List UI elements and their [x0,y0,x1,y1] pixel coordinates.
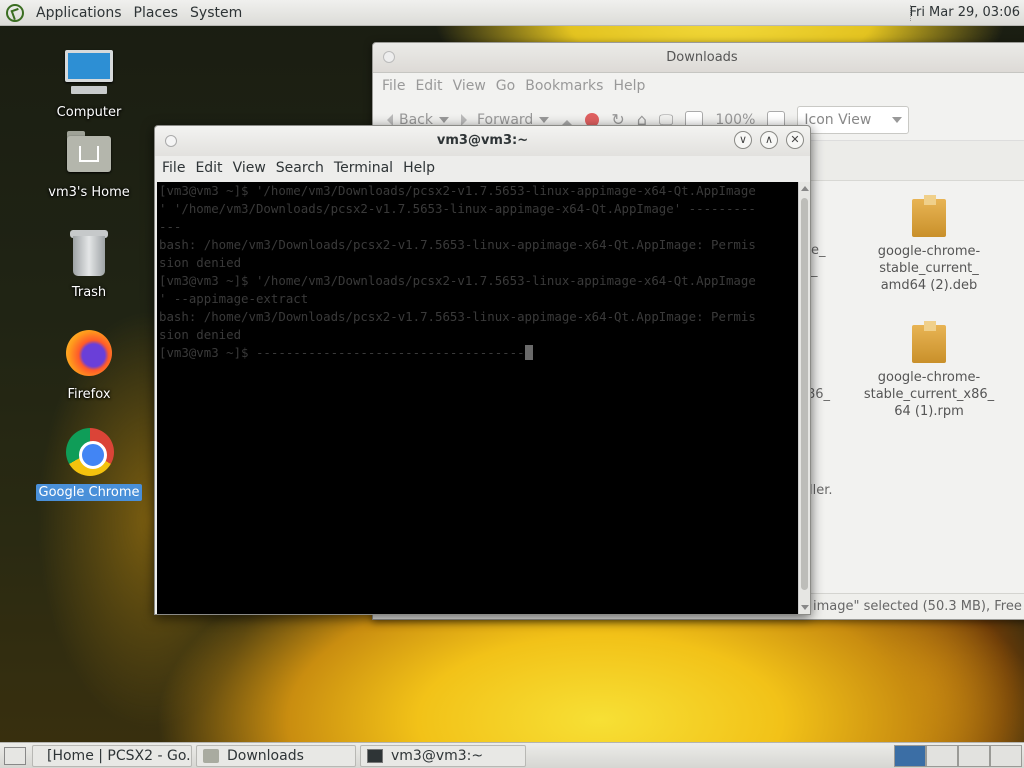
menu-go[interactable]: Go [491,78,520,94]
clock[interactable]: Fri Mar 29, 03:06 [909,5,1020,20]
menu-help[interactable]: Help [398,160,440,176]
chevron-down-icon [439,116,449,123]
back-arrow-icon [381,113,393,126]
terminal-line: sion denied [159,327,242,342]
desktop-icon-firefox[interactable]: Firefox [34,330,144,403]
terminal-line: sion denied [159,255,242,270]
menubar: File Edit View Search Terminal Help [155,156,810,180]
desktop-icon-label: vm3's Home [48,185,130,200]
window-title[interactable]: vm3@vm3:~ [155,126,810,156]
menu-file[interactable]: File [377,78,410,94]
terminal-line: [vm3@vm3 ~]$ ---------------------------… [159,345,525,360]
window-menu-icon[interactable] [383,51,395,63]
terminal-scrollbar[interactable] [798,182,810,614]
scrollbar-thumb[interactable] [801,198,808,590]
menu-edit[interactable]: Edit [190,160,227,176]
file-label-fragment: ller. [809,483,833,498]
menu-bookmarks[interactable]: Bookmarks [520,78,608,94]
maximize-button[interactable]: ∧ [760,131,778,149]
scroll-up-icon[interactable] [801,186,809,191]
folder-icon [203,748,219,763]
minimize-button[interactable]: ∨ [734,131,752,149]
file-label-fragment: _ [811,263,818,278]
menu-edit[interactable]: Edit [410,78,447,94]
home-folder-icon [61,128,117,180]
menu-file[interactable]: File [157,160,190,176]
bottom-panel: [Home | PCSX2 - Go... Downloads vm3@vm3:… [0,742,1024,768]
show-desktop-button[interactable] [4,746,26,765]
forward-arrow-icon [461,113,473,126]
terminal-line: [vm3@vm3 ~]$ '/home/vm3/Downloads/pcsx2-… [159,183,756,198]
view-select[interactable]: Icon View [797,105,910,134]
trash-icon [61,228,117,280]
terminal-window: vm3@vm3:~ ∨ ∧ ✕ File Edit View Search Te… [154,125,811,615]
terminal-line: ' --appimage-extract [159,291,309,306]
package-icon [912,195,946,237]
window-menu-icon[interactable] [165,135,177,147]
terminal-line: bash: /home/vm3/Downloads/pcsx2-v1.7.565… [159,237,756,252]
file-item[interactable]: google-chrome- stable_current_ amd64 (2)… [859,195,999,294]
up-arrow-icon [561,114,574,126]
file-name: google-chrome- stable_current_x86_ 64 (1… [863,370,995,419]
terminal-line: bash: /home/vm3/Downloads/pcsx2-v1.7.565… [159,309,756,324]
desktop-icon-chrome[interactable]: Google Chrome [34,428,144,501]
top-panel: Applications Places System Fri Mar 29, 0… [0,0,1024,26]
desktop-icon-computer[interactable]: Computer [34,48,144,121]
chrome-icon [61,428,117,480]
workspace-3[interactable] [958,745,990,767]
taskbar-item-label: Downloads [227,747,304,764]
computer-icon [61,48,117,100]
taskbar-item-label: vm3@vm3:~ [391,747,484,764]
system-menu[interactable]: System [184,5,248,21]
taskbar-item-terminal[interactable]: vm3@vm3:~ [360,744,526,767]
terminal-line: ' '/home/vm3/Downloads/pcsx2-v1.7.5653-l… [159,201,756,216]
taskbar-item-downloads[interactable]: Downloads [196,744,356,767]
terminal-prompt-line: [vm3@vm3 ~]$ ---------------------------… [159,344,796,362]
taskbar-item-chrome[interactable]: [Home | PCSX2 - Go... [32,744,192,767]
workspace-4[interactable] [990,745,1022,767]
view-select-value: Icon View [804,111,872,128]
menu-help[interactable]: Help [608,78,650,94]
menu-terminal[interactable]: Terminal [329,160,398,176]
close-button[interactable]: ✕ [786,131,804,149]
distro-logo-icon[interactable] [6,3,24,22]
up-button[interactable] [561,114,574,126]
workspace-1[interactable] [894,745,926,767]
firefox-icon [61,330,117,382]
workspace-2[interactable] [926,745,958,767]
places-menu[interactable]: Places [128,5,185,21]
desktop-icon-label: Computer [56,105,122,120]
chevron-down-icon [892,116,903,123]
desktop-icon-trash[interactable]: Trash [34,228,144,301]
desktop-icon-label: Trash [71,285,107,300]
package-icon [912,321,946,363]
menubar: File Edit View Go Bookmarks Help [373,73,1024,99]
terminal-line: [vm3@vm3 ~]$ '/home/vm3/Downloads/pcsx2-… [159,273,756,288]
desktop-icon-home[interactable]: vm3's Home [34,128,144,201]
chevron-down-icon [539,116,550,123]
terminal-screen[interactable]: [vm3@vm3 ~]$ '/home/vm3/Downloads/pcsx2-… [157,182,798,614]
menu-view[interactable]: View [228,160,271,176]
taskbar-item-label: [Home | PCSX2 - Go... [47,747,192,764]
terminal-icon [367,748,383,763]
desktop-icon-label: Google Chrome [35,484,143,501]
menu-view[interactable]: View [448,78,491,94]
file-label-fragment: e_ [811,243,826,258]
window-title[interactable]: Downloads [373,43,1024,73]
file-name: google-chrome- stable_current_ amd64 (2)… [877,244,981,293]
text-cursor [524,345,533,360]
scroll-down-icon[interactable] [801,605,809,610]
applications-menu[interactable]: Applications [30,5,128,21]
file-item[interactable]: google-chrome- stable_current_x86_ 64 (1… [859,321,999,420]
desktop-icon-label: Firefox [67,387,111,402]
menu-search[interactable]: Search [271,160,329,176]
terminal-line: --- [159,219,182,234]
